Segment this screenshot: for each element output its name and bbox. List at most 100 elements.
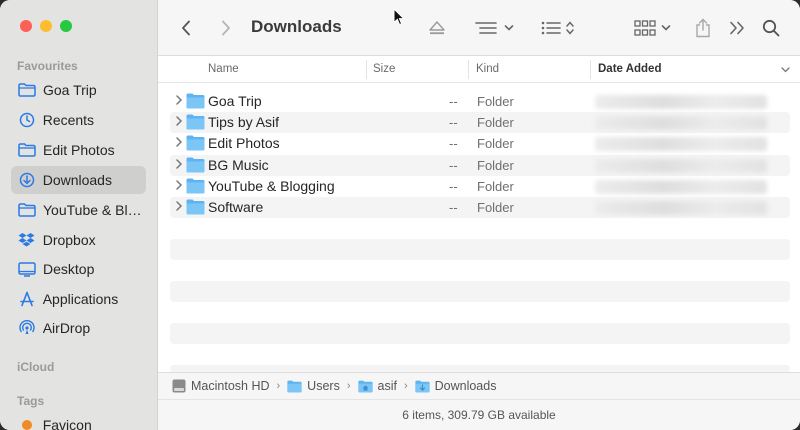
grid-icon — [633, 20, 656, 36]
airdrop-icon — [18, 319, 36, 337]
path-segment-users[interactable]: Users — [287, 379, 340, 393]
sidebar-item-downloads[interactable]: Downloads — [11, 166, 146, 194]
sidebar-item-goa-trip[interactable]: Goa Trip — [11, 76, 146, 104]
column-kind[interactable]: Kind — [476, 63, 499, 75]
hard-drive-icon — [172, 379, 186, 393]
path-segment-macintosh-hd[interactable]: Macintosh HD — [172, 379, 270, 393]
sidebar-item-applications[interactable]: Applications — [11, 285, 146, 313]
disclosure-triangle-icon[interactable] — [174, 200, 184, 212]
file-size: -- — [449, 178, 458, 194]
column-date-added[interactable]: Date Added — [598, 63, 661, 75]
tags-heading: Tags — [17, 394, 45, 408]
column-divider[interactable] — [468, 60, 469, 79]
empty-row-stripe — [170, 239, 790, 260]
file-name: Tips by Asif — [208, 114, 280, 131]
column-divider[interactable] — [590, 60, 591, 79]
view-options-button[interactable] — [538, 16, 578, 40]
zoom-button[interactable] — [60, 20, 72, 32]
forward-button[interactable] — [218, 16, 234, 40]
window-controls — [20, 20, 72, 32]
folder-icon — [18, 81, 36, 99]
sidebar-item-desktop[interactable]: Desktop — [11, 255, 146, 283]
disclosure-triangle-icon[interactable] — [174, 94, 184, 106]
file-row-bg-music[interactable]: BG Music -- Folder — [170, 154, 790, 176]
folder-icon — [186, 178, 205, 194]
file-kind: Folder — [477, 94, 514, 109]
more-toolbar-button[interactable] — [726, 16, 748, 40]
sidebar-item-recents[interactable]: Recents — [11, 106, 146, 134]
folder-icon — [186, 93, 205, 109]
sidebar-item-dropbox[interactable]: Dropbox — [11, 226, 146, 254]
sort-chevron-down-icon[interactable] — [781, 67, 790, 73]
back-button[interactable] — [178, 16, 194, 40]
minimize-button[interactable] — [40, 20, 52, 32]
chevron-down-icon — [661, 25, 670, 31]
sidebar-item-label: Favicon — [42, 417, 92, 430]
sidebar-item-youtube-blogging[interactable]: YouTube & Blogging — [11, 196, 146, 224]
disclosure-triangle-icon[interactable] — [174, 136, 184, 148]
close-button[interactable] — [20, 20, 32, 32]
path-segment-asif[interactable]: asif — [357, 379, 397, 393]
group-list-icon — [474, 22, 497, 34]
file-row-edit-photos[interactable]: Edit Photos -- Folder — [170, 133, 790, 154]
column-size[interactable]: Size — [373, 63, 395, 75]
path-segment-label: asif — [377, 379, 397, 393]
sidebar-item-label: Edit Photos — [43, 142, 115, 158]
share-button[interactable] — [692, 16, 714, 40]
eject-button[interactable] — [426, 16, 448, 40]
file-row-software[interactable]: Software -- Folder — [170, 196, 790, 219]
share-icon — [696, 18, 710, 38]
file-name: BG Music — [208, 156, 269, 173]
chevron-left-icon — [182, 20, 190, 36]
sidebar-item-airdrop[interactable]: AirDrop — [11, 314, 146, 342]
file-date-blurred — [595, 179, 767, 194]
file-row-tips-by-asif[interactable]: Tips by Asif -- Folder — [170, 112, 790, 134]
empty-row-stripe — [170, 281, 790, 302]
list-view-icon — [541, 21, 561, 35]
sidebar-item-label: Recents — [42, 112, 95, 128]
column-divider[interactable] — [366, 60, 367, 79]
clock-icon — [18, 111, 36, 129]
disclosure-triangle-icon[interactable] — [174, 158, 184, 170]
column-name[interactable]: Name — [208, 63, 239, 75]
group-by-button[interactable] — [472, 16, 516, 40]
file-date-blurred — [595, 116, 767, 131]
sidebar-item-label: Downloads — [42, 172, 112, 188]
applications-icon — [18, 290, 36, 308]
search-icon — [762, 19, 780, 37]
toolbar: Downloads — [158, 0, 800, 56]
file-size: -- — [449, 199, 458, 215]
sidebar-item-label: YouTube & Blogging — [43, 202, 146, 218]
path-segment-downloads[interactable]: Downloads — [415, 379, 496, 393]
file-name: Software — [208, 198, 264, 215]
path-separator-icon: › — [346, 380, 351, 392]
search-button[interactable] — [760, 16, 782, 40]
sidebar-item-label: Goa Trip — [43, 82, 97, 98]
desktop-icon — [18, 260, 36, 278]
file-list: Goa Trip -- Folder Tips by Asif -- Folde… — [170, 91, 790, 219]
eject-icon — [429, 21, 445, 35]
sidebar-item-label: Applications — [42, 291, 119, 307]
file-kind: Folder — [477, 178, 514, 194]
disclosure-triangle-icon[interactable] — [174, 115, 184, 127]
home-folder-icon — [357, 380, 373, 393]
path-segment-label: Macintosh HD — [191, 379, 270, 393]
file-row-youtube-blogging[interactable]: YouTube & Blogging -- Folder — [170, 176, 790, 197]
finder-window: Favourites Goa Trip Recents Edit Photos … — [0, 0, 800, 430]
file-name: YouTube & Blogging — [208, 177, 335, 194]
sidebar-tag-favicon[interactable]: Favicon — [11, 411, 146, 430]
grid-view-button[interactable] — [632, 16, 672, 40]
folder-icon — [18, 141, 36, 159]
sidebar-item-edit-photos[interactable]: Edit Photos — [11, 136, 146, 164]
mouse-pointer-icon — [393, 8, 405, 26]
folder-icon — [186, 114, 205, 130]
path-segment-label: Users — [307, 379, 340, 393]
icloud-heading: iCloud — [17, 360, 55, 374]
file-row-goa-trip[interactable]: Goa Trip -- Folder — [170, 91, 790, 112]
path-separator-icon: › — [276, 380, 281, 392]
up-down-chevron-icon — [566, 21, 574, 35]
chevron-right-icon — [222, 20, 230, 36]
path-bar: Macintosh HD › Users › asif › Downloads — [158, 372, 800, 399]
disclosure-triangle-icon[interactable] — [174, 179, 184, 191]
download-icon — [18, 171, 36, 189]
